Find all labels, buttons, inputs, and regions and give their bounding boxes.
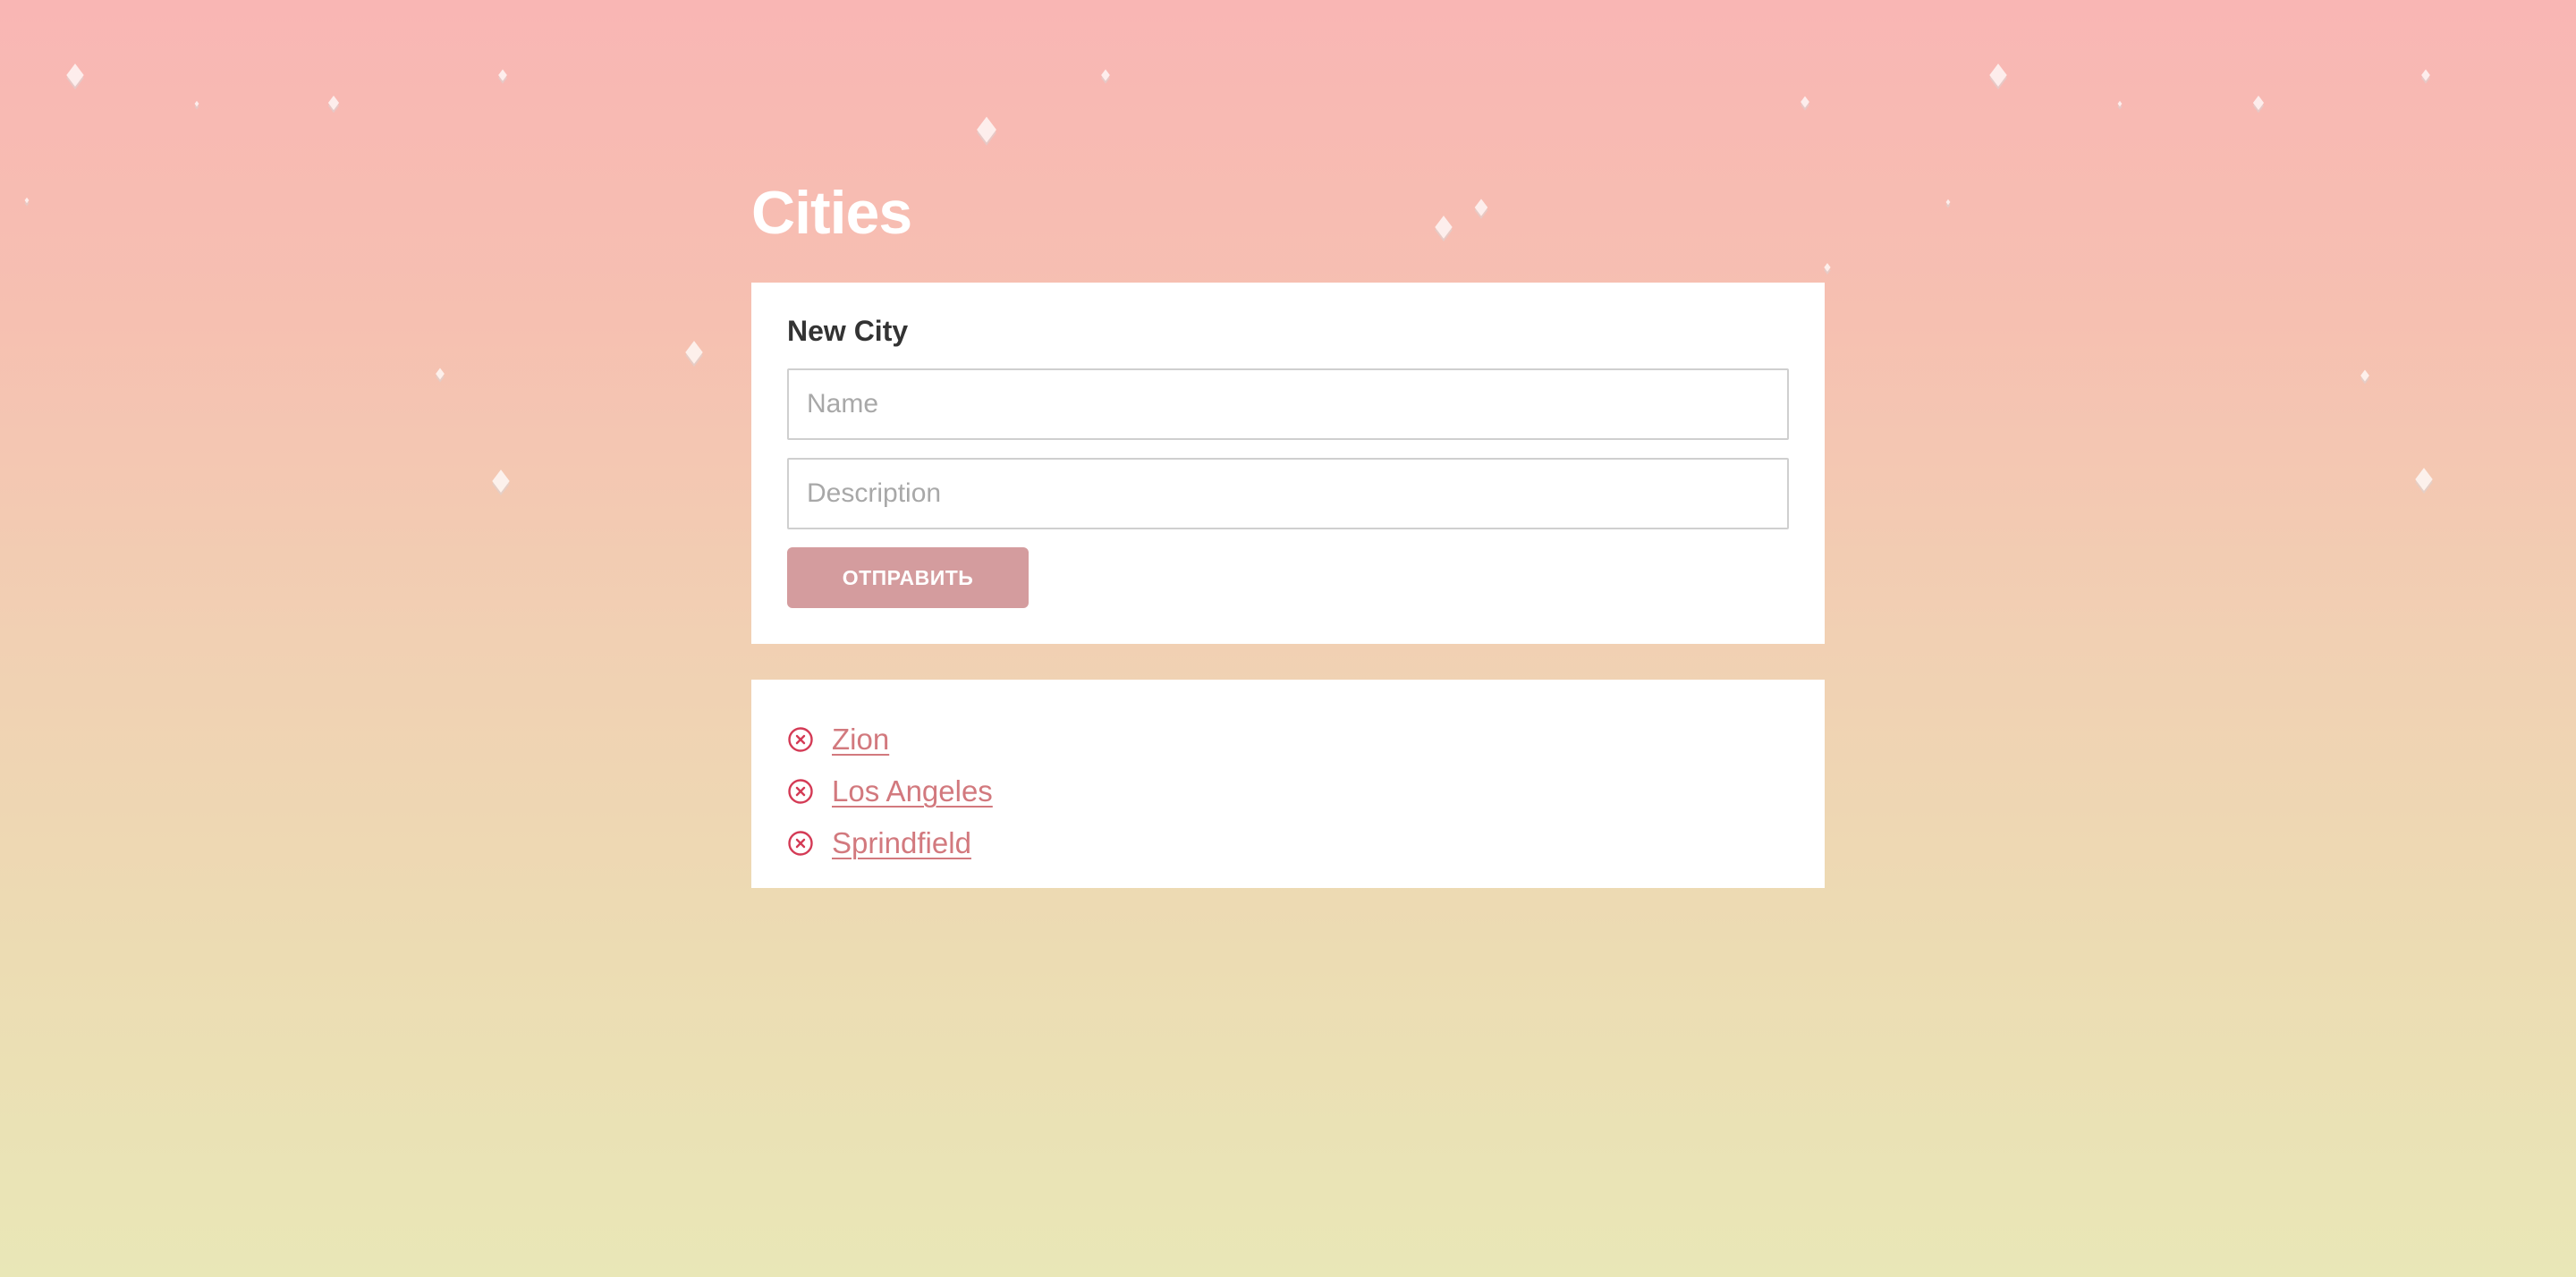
cube-decoration [1945, 199, 1951, 206]
cube-decoration [1989, 63, 2007, 87]
cube-decoration [327, 95, 340, 111]
cube-decoration [1474, 199, 1488, 216]
city-link[interactable]: Los Angeles [832, 774, 993, 808]
remove-circle-icon[interactable] [787, 830, 814, 857]
cube-decoration [2360, 369, 2369, 382]
list-item: Los Angeles [787, 765, 1789, 817]
description-input[interactable] [787, 458, 1789, 529]
city-link[interactable]: Sprindfield [832, 826, 971, 860]
submit-button[interactable]: ОТПРАВИТЬ [787, 547, 1029, 608]
list-item: Zion [787, 714, 1789, 765]
cube-decoration [1435, 216, 1453, 239]
list-item: Sprindfield [787, 817, 1789, 869]
form-heading: New City [787, 315, 909, 347]
remove-circle-icon[interactable] [787, 778, 814, 805]
cube-decoration [492, 469, 510, 493]
city-link[interactable]: Zion [832, 723, 889, 757]
remove-circle-icon[interactable] [787, 726, 814, 753]
cube-decoration [1801, 96, 1809, 108]
cube-decoration [977, 116, 996, 143]
new-city-form: New City ОТПРАВИТЬ [751, 283, 1825, 644]
city-list: Zion Los Angeles Sprindfield [787, 714, 1789, 869]
cube-decoration [66, 63, 84, 87]
cube-decoration [685, 341, 703, 364]
cube-decoration [498, 69, 507, 81]
cube-decoration [2421, 69, 2430, 81]
page: { "page": { "title": "Cities" }, "form":… [0, 0, 2576, 1277]
page-title: Cities [751, 179, 912, 247]
cube-decoration [2117, 100, 2123, 107]
cube-decoration [24, 197, 30, 204]
name-input[interactable] [787, 368, 1789, 440]
cube-decoration [2415, 468, 2433, 491]
cube-decoration [2252, 95, 2265, 111]
city-list-panel: Zion Los Angeles Sprindfield [751, 680, 1825, 888]
cube-decoration [436, 368, 445, 380]
cube-decoration [1824, 263, 1831, 272]
cube-decoration [1101, 69, 1110, 81]
cube-decoration [194, 100, 199, 107]
